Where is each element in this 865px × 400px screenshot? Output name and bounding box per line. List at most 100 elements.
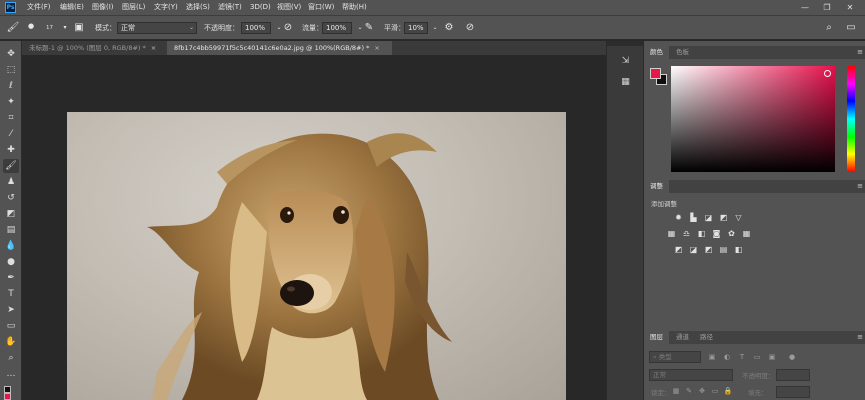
tab-untitled-1[interactable]: 未标题-1 @ 100% (图层 0, RGB/8#) * ×: [22, 41, 167, 55]
minimize-icon[interactable]: —: [798, 0, 812, 15]
menu-edit[interactable]: 编辑(E): [60, 0, 84, 15]
gradient-map-icon[interactable]: ▤: [718, 244, 729, 255]
chevron-down-icon[interactable]: ⌄: [428, 21, 442, 35]
toolbox-background-swatch[interactable]: [4, 393, 11, 400]
menu-filter[interactable]: 滤镜(T): [218, 0, 242, 15]
opacity-input[interactable]: 100%: [241, 22, 271, 34]
posterize-icon[interactable]: ◪: [688, 244, 699, 255]
menu-select[interactable]: 选择(S): [186, 0, 210, 15]
learn-panel-icon[interactable]: ⇲: [618, 54, 633, 69]
layer-filter-select[interactable]: ⌕ 类型: [649, 351, 701, 363]
lock-pixels-icon[interactable]: ✎: [684, 386, 694, 396]
curves-icon[interactable]: ◪: [703, 212, 714, 223]
lock-position-icon[interactable]: ✥: [697, 386, 707, 396]
levels-icon[interactable]: ▙: [688, 212, 699, 223]
lock-artboard-icon[interactable]: ▭: [710, 386, 720, 396]
close-icon[interactable]: ×: [374, 41, 379, 55]
menu-type[interactable]: 文字(Y): [154, 0, 178, 15]
eyedropper-tool-icon[interactable]: ⁄: [3, 127, 19, 141]
workspace-icon[interactable]: ▭: [844, 21, 858, 35]
tab-adjustments[interactable]: 调整: [644, 180, 669, 193]
flow-input[interactable]: 100%: [322, 22, 352, 34]
menu-window[interactable]: 窗口(W): [308, 0, 334, 15]
menu-image[interactable]: 图像(I): [92, 0, 114, 15]
brush-preset-icon[interactable]: ●: [24, 19, 38, 33]
crop-tool-icon[interactable]: ⌗: [3, 111, 19, 125]
menu-file[interactable]: 文件(F): [27, 0, 51, 15]
restore-icon[interactable]: ❐: [820, 0, 834, 15]
close-icon[interactable]: ×: [151, 41, 156, 55]
threshold-icon[interactable]: ◩: [703, 244, 714, 255]
tab-swatches[interactable]: 色板: [670, 46, 695, 59]
panel-menu-icon[interactable]: ≡: [857, 331, 863, 344]
blend-mode-select[interactable]: 正常: [649, 369, 733, 381]
gradient-tool-icon[interactable]: ▤: [3, 223, 19, 237]
filter-pixel-icon[interactable]: ▣: [707, 352, 717, 362]
tab-layers[interactable]: 图层: [644, 331, 669, 344]
black-white-icon[interactable]: ◧: [696, 228, 707, 239]
marquee-tool-icon[interactable]: ⬚: [3, 63, 19, 77]
search-icon[interactable]: ⌕: [822, 21, 836, 35]
fill-input[interactable]: [776, 386, 810, 398]
close-icon[interactable]: ✕: [843, 0, 857, 15]
brightness-icon[interactable]: ✹: [673, 212, 684, 223]
filter-smart-object-icon[interactable]: ▣: [767, 352, 777, 362]
dodge-tool-icon[interactable]: ●: [3, 255, 19, 269]
eraser-tool-icon[interactable]: ◩: [3, 207, 19, 221]
blur-tool-icon[interactable]: 💧: [3, 239, 19, 253]
menu-view[interactable]: 视图(V): [277, 0, 301, 15]
pressure-opacity-icon[interactable]: ⊘: [281, 21, 295, 35]
mode-select[interactable]: 正常 ⌄: [117, 22, 197, 34]
toolbox-foreground-swatch[interactable]: [4, 386, 11, 393]
tab-channels[interactable]: 通道: [670, 331, 695, 344]
airbrush-icon[interactable]: ✎: [362, 21, 376, 35]
vibrance-icon[interactable]: ▽: [733, 212, 744, 223]
document-image[interactable]: [67, 112, 566, 400]
panel-menu-icon[interactable]: ≡: [857, 180, 863, 193]
pen-tool-icon[interactable]: ✒: [3, 271, 19, 285]
tab-dog-jpg[interactable]: 8fb17c4bb59971f5c5c40141c6e0a2.jpg @ 100…: [167, 41, 392, 55]
zoom-tool-icon[interactable]: ⌕: [3, 351, 19, 365]
magic-wand-tool-icon[interactable]: ✦: [3, 95, 19, 109]
channel-mixer-icon[interactable]: ✿: [726, 228, 737, 239]
filter-type-icon[interactable]: T: [737, 352, 747, 362]
invert-icon[interactable]: ◩: [673, 244, 684, 255]
hue-saturation-icon[interactable]: ▦: [666, 228, 677, 239]
color-lookup-icon[interactable]: ▦: [741, 228, 752, 239]
panel-menu-icon[interactable]: ≡: [857, 46, 863, 59]
shape-tool-icon[interactable]: ▭: [3, 319, 19, 333]
color-picker-field[interactable]: [671, 66, 835, 172]
tab-paths[interactable]: 路径: [694, 331, 719, 344]
smoothing-input[interactable]: 10%: [404, 22, 428, 34]
selective-color-icon[interactable]: ◧: [733, 244, 744, 255]
lock-all-icon[interactable]: 🔒: [723, 386, 733, 396]
menu-help[interactable]: 帮助(H): [342, 0, 367, 15]
path-selection-tool-icon[interactable]: ➤: [3, 303, 19, 317]
chevron-down-icon[interactable]: ▾: [58, 21, 72, 35]
history-brush-tool-icon[interactable]: ↺: [3, 191, 19, 205]
layer-opacity-input[interactable]: [776, 369, 810, 381]
more-tools-icon[interactable]: …: [3, 367, 19, 381]
clone-stamp-tool-icon[interactable]: ♟: [3, 175, 19, 189]
brush-settings-icon[interactable]: ▣: [72, 21, 86, 35]
healing-brush-tool-icon[interactable]: ✚: [3, 143, 19, 157]
tab-color[interactable]: 颜色: [644, 46, 669, 59]
brush-tool-icon[interactable]: 🖌: [3, 159, 19, 173]
filter-toggle-icon[interactable]: ●: [787, 352, 797, 362]
pressure-size-icon[interactable]: ⊘: [463, 21, 477, 35]
lasso-tool-icon[interactable]: ℓ: [3, 79, 19, 93]
photo-filter-icon[interactable]: ◙: [711, 228, 722, 239]
move-tool-icon[interactable]: ✥: [3, 47, 19, 61]
color-picker-cursor[interactable]: [824, 70, 831, 77]
filter-adjustment-icon[interactable]: ◐: [722, 352, 732, 362]
hue-slider[interactable]: [847, 66, 855, 172]
color-balance-icon[interactable]: ♎: [681, 228, 692, 239]
filter-shape-icon[interactable]: ▭: [752, 352, 762, 362]
foreground-color-swatch[interactable]: [650, 68, 661, 79]
menu-3d[interactable]: 3D(D): [250, 0, 271, 15]
libraries-panel-icon[interactable]: ▦: [618, 75, 633, 90]
lock-transparent-icon[interactable]: ▦: [671, 386, 681, 396]
hand-tool-icon[interactable]: ✋: [3, 335, 19, 349]
gear-icon[interactable]: ⚙: [442, 21, 456, 35]
brush-tool-icon[interactable]: 🖌: [6, 21, 20, 35]
